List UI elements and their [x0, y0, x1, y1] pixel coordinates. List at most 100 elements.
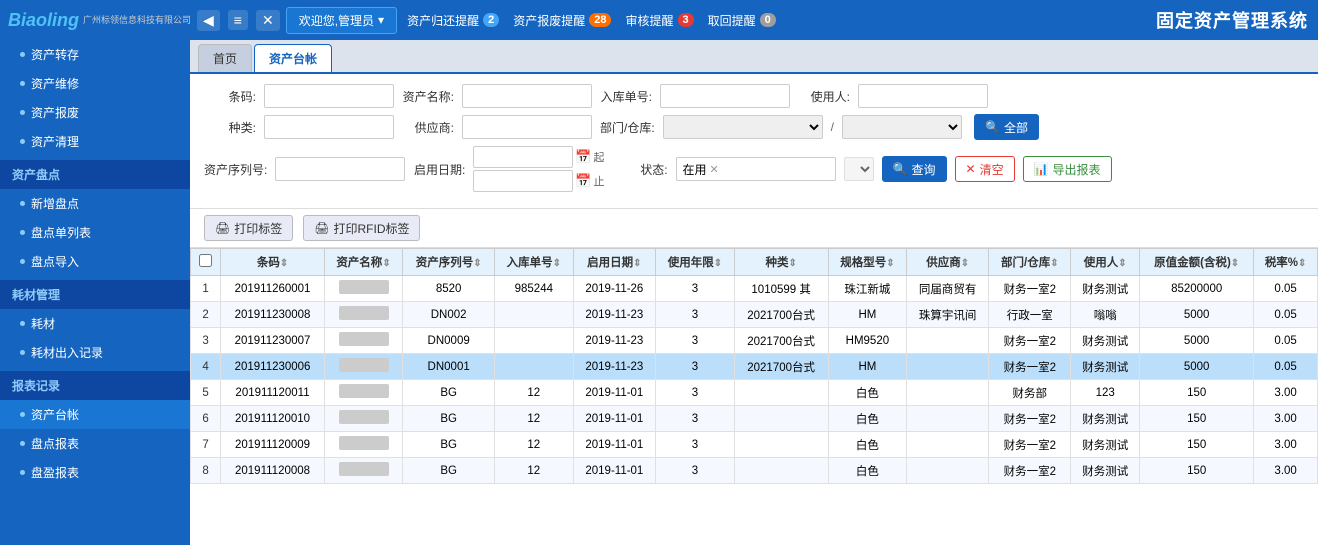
welcome-button[interactable]: 欢迎您,管理员 ▾ [286, 7, 397, 34]
sidebar-item-asset-scrap[interactable]: 资产报废 [0, 98, 190, 127]
table-row[interactable]: 4 201911230006 DN0001 2019-11-23 3 20217… [191, 354, 1318, 380]
sort-icon[interactable]: ⇕ [280, 258, 288, 269]
sidebar-item-asset-maintenance[interactable]: 资产维修 [0, 69, 190, 98]
table-row[interactable]: 6 201911120010 BG 12 2019-11-01 3 白色 财务一… [191, 406, 1318, 432]
status-select[interactable]: ▾ [844, 157, 874, 181]
cell-tax: 0.05 [1254, 328, 1318, 354]
cell-asset-name [324, 302, 402, 328]
reminder-audit[interactable]: 审核提醒 3 [621, 10, 697, 31]
reminder-retrieve[interactable]: 取回提醒 0 [704, 10, 780, 31]
reminder-return[interactable]: 资产归还提醒 2 [403, 10, 503, 31]
print-rfid-button[interactable]: 🖨 打印RFID标签 [303, 215, 420, 241]
cell-storage-no [495, 354, 573, 380]
sidebar-item-stocktake-list[interactable]: 盘点单列表 [0, 218, 190, 247]
sidebar-item-label: 资产台帐 [31, 406, 79, 423]
cell-kind [734, 432, 828, 458]
table-row[interactable]: 2 201911230008 DN002 2019-11-23 3 202170… [191, 302, 1318, 328]
clear-button-label: 清空 [980, 161, 1004, 178]
sidebar-item-new-stocktake[interactable]: 新增盘点 [0, 189, 190, 218]
sort-icon[interactable]: ⇕ [1118, 258, 1126, 269]
bullet-icon [20, 139, 25, 144]
cell-years: 3 [656, 458, 734, 484]
cell-seq: DN0009 [403, 328, 495, 354]
tab-home[interactable]: 首页 [198, 44, 252, 72]
cell-asset-name [324, 354, 402, 380]
sort-icon[interactable]: ⇕ [961, 258, 969, 269]
query-button[interactable]: 🔍 查询 [882, 156, 947, 182]
dept-select[interactable] [663, 115, 823, 139]
sidebar-item-asset-transfer[interactable]: 资产转存 [0, 40, 190, 69]
nav-close-btn[interactable]: ✕ [256, 10, 280, 31]
calendar-icon[interactable]: 📅 [575, 149, 591, 165]
sidebar-item-consumables-records[interactable]: 耗材出入记录 [0, 338, 190, 367]
table-row[interactable]: 5 201911120011 BG 12 2019-11-01 3 白色 财务部… [191, 380, 1318, 406]
th-seq: 资产序列号⇕ [403, 249, 495, 276]
cell-years: 3 [656, 380, 734, 406]
supplier-input[interactable] [462, 115, 592, 139]
cell-years: 3 [656, 406, 734, 432]
asset-name-label: 资产名称: [402, 88, 454, 105]
all-button[interactable]: 🔍 全部 [974, 114, 1039, 140]
export-button[interactable]: 📊 导出报表 [1023, 156, 1112, 182]
cell-user: 财务测试 [1071, 328, 1140, 354]
sort-icon[interactable]: ⇕ [1231, 258, 1239, 269]
cell-years: 3 [656, 276, 734, 302]
cell-num: 6 [191, 406, 221, 432]
sort-icon[interactable]: ⇕ [1050, 258, 1058, 269]
sort-icon[interactable]: ⇕ [1298, 258, 1306, 269]
sort-icon[interactable]: ⇕ [788, 258, 796, 269]
dept-sub-select[interactable] [842, 115, 962, 139]
table-container: 条码⇕ 资产名称⇕ 资产序列号⇕ 入库单号⇕ 启用日期⇕ 使用年限⇕ 种类⇕ 规… [190, 248, 1318, 545]
date-start-input[interactable] [473, 146, 573, 168]
cell-asset-name [324, 432, 402, 458]
sort-icon[interactable]: ⇕ [553, 258, 561, 269]
sort-icon[interactable]: ⇕ [473, 258, 481, 269]
sidebar-item-consumables[interactable]: 耗材 [0, 309, 190, 338]
sidebar-item-stocktake-import[interactable]: 盘点导入 [0, 247, 190, 276]
sidebar-item-label: 盘点单列表 [31, 224, 91, 241]
sort-icon[interactable]: ⇕ [714, 258, 722, 269]
date-end-input[interactable] [473, 170, 573, 192]
nav-menu-btn[interactable]: ≡ [228, 10, 248, 30]
reminder-scrap-label: 资产报废提醒 [513, 12, 585, 29]
sort-icon[interactable]: ⇕ [886, 258, 894, 269]
calendar-end-icon[interactable]: 📅 [575, 173, 591, 189]
asset-name-input[interactable] [462, 84, 592, 108]
barcode-input[interactable] [264, 84, 394, 108]
th-spec: 规格型号⇕ [828, 249, 906, 276]
kind-input[interactable] [264, 115, 394, 139]
end-label: 止 [594, 173, 608, 189]
table-row[interactable]: 3 201911230007 DN0009 2019-11-23 3 20217… [191, 328, 1318, 354]
bullet-icon [20, 321, 25, 326]
sort-icon[interactable]: ⇕ [382, 258, 390, 269]
sidebar-item-stocktake-report[interactable]: 盘点报表 [0, 429, 190, 458]
cell-asset-name [324, 380, 402, 406]
top-header: Biaoling 广州标领信息科技有限公司 ◀ ≡ ✕ 欢迎您,管理员 ▾ 资产… [0, 0, 1318, 40]
cell-start-date: 2019-11-23 [573, 328, 656, 354]
user-input[interactable] [858, 84, 988, 108]
select-all-checkbox[interactable] [199, 254, 212, 267]
table-row[interactable]: 7 201911120009 BG 12 2019-11-01 3 白色 财务一… [191, 432, 1318, 458]
sidebar-item-inventory-report[interactable]: 盘盈报表 [0, 458, 190, 487]
seq-input[interactable] [275, 157, 405, 181]
table-row[interactable]: 1 201911260001 8520 985244 2019-11-26 3 … [191, 276, 1318, 302]
reminder-scrap[interactable]: 资产报废提醒 28 [509, 10, 615, 31]
cell-kind [734, 458, 828, 484]
sort-icon[interactable]: ⇕ [633, 258, 641, 269]
search-icon: 🔍 [985, 120, 1000, 134]
status-close-icon[interactable]: ✕ [710, 163, 719, 176]
cell-start-date: 2019-11-01 [573, 432, 656, 458]
content-area: 首页 资产台帐 条码: 资产名称: 入库单号: 使用人: 种类: 供应商: [190, 40, 1318, 545]
sidebar-item-asset-clearance[interactable]: 资产清理 [0, 127, 190, 156]
sidebar-item-asset-ledger[interactable]: 资产台帐 [0, 400, 190, 429]
print-tag-button[interactable]: 🖨 打印标签 [204, 215, 293, 241]
cell-user: 财务测试 [1071, 406, 1140, 432]
nav-back-btn[interactable]: ◀ [197, 10, 220, 31]
table-row[interactable]: 8 201911120008 BG 12 2019-11-01 3 白色 财务一… [191, 458, 1318, 484]
cell-storage-no: 985244 [495, 276, 573, 302]
tab-asset-ledger[interactable]: 资产台帐 [254, 44, 332, 72]
storage-no-input[interactable] [660, 84, 790, 108]
clear-button[interactable]: ✕ 清空 [955, 156, 1015, 182]
printer-icon: 🖨 [215, 221, 230, 235]
start-label: 起 [594, 149, 608, 165]
